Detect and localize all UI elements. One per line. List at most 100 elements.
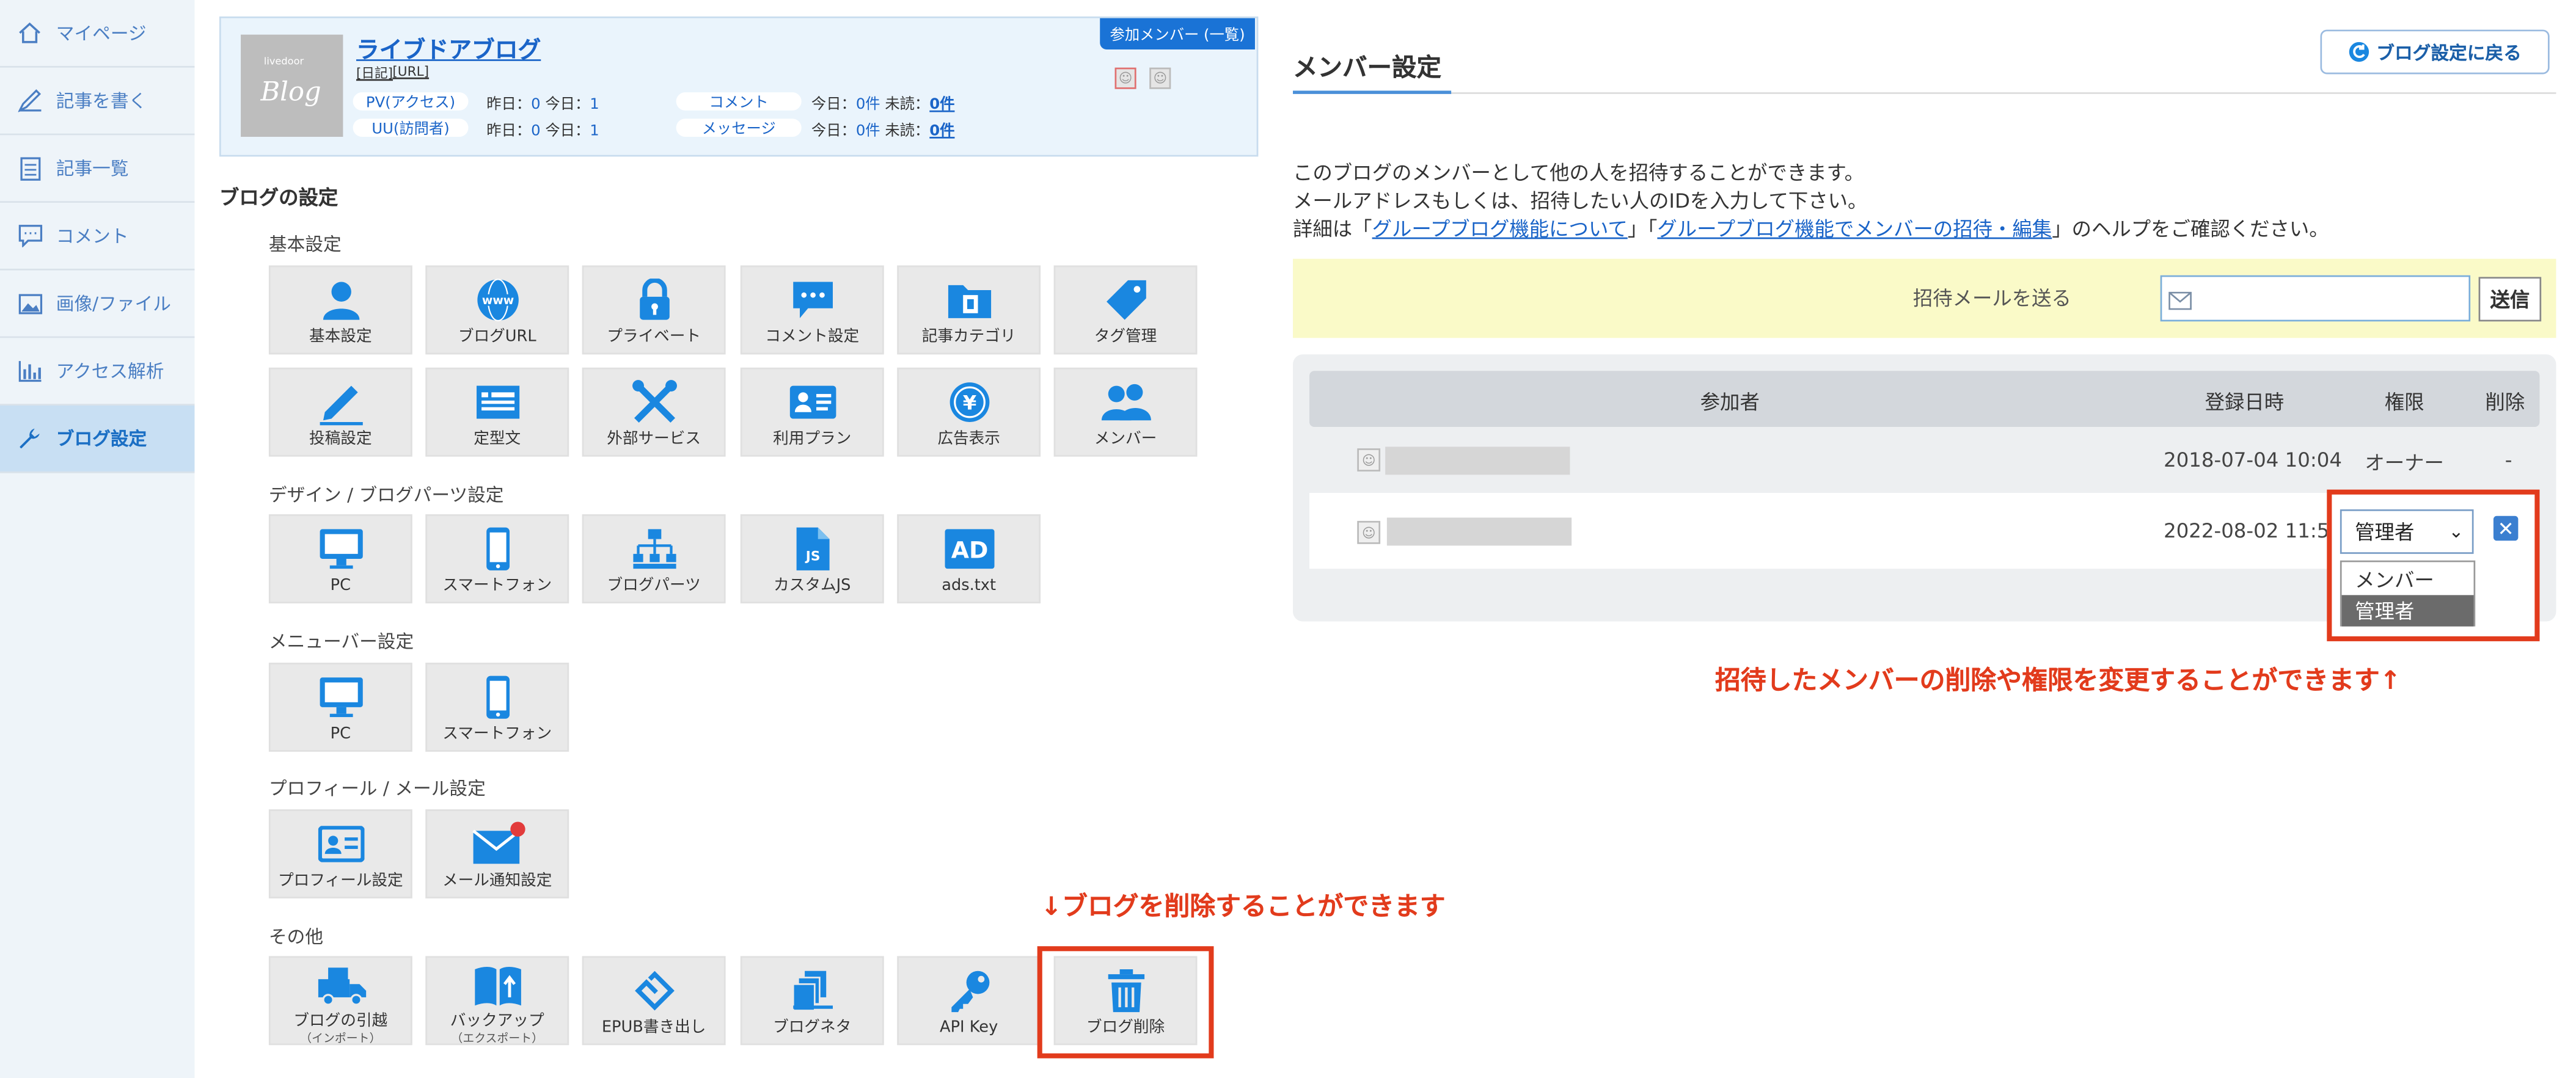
tile-label: プロフィール設定 (278, 872, 403, 890)
folder-icon (899, 277, 1039, 323)
tile-tag-management[interactable]: タグ管理 (1053, 265, 1198, 355)
svg-text:JS: JS (803, 549, 819, 564)
row-date: 2018-07-04 10:04 (2164, 448, 2342, 472)
group-title-profile: プロフィール / メール設定 (268, 778, 486, 800)
annotation-member-change: 招待したメンバーの削除や権限を変更することができます↑ (1714, 666, 2401, 696)
tile-blog-neta[interactable]: ブログネタ (740, 956, 884, 1046)
user-avatar-icon: ☺ (1357, 520, 1381, 544)
blog-title-link[interactable]: ライブドアブログ (356, 33, 541, 66)
tile-ad-display[interactable]: ¥ 広告表示 (897, 367, 1041, 457)
description-line-2: メールアドレスもしくは、招待したい人のIDを入力して下さい。 (1293, 189, 1868, 213)
tile-profile-settings[interactable]: プロフィール設定 (268, 809, 412, 898)
user-avatar-icon: ☺ (1357, 448, 1381, 472)
tile-mail-notification[interactable]: メール通知設定 (425, 809, 569, 898)
id-card-icon (742, 379, 882, 426)
description-line-3: 詳細は「グループブログ機能について」「グループブログ機能でメンバーの招待・編集」… (1293, 217, 2329, 241)
annotation-delete-blog: ↓ブログを削除することができます (1041, 892, 1446, 922)
monitor-icon (271, 526, 411, 572)
tile-blog-import[interactable]: ブログの引越 （インポート） (268, 956, 412, 1046)
lock-icon (584, 277, 723, 323)
back-to-blog-settings-button[interactable]: ブログ設定に戻る (2320, 29, 2550, 75)
tile-ads-txt[interactable]: AD ads.txt (897, 514, 1041, 603)
sidebar-item-write[interactable]: 記事を書く (0, 68, 195, 136)
www-globe-icon: www (427, 277, 567, 323)
invite-label: 招待メールを送る (1912, 286, 2071, 310)
group-title-menubar: メニューバー設定 (268, 631, 414, 653)
role-dropdown: メンバー 管理者 (2340, 560, 2476, 627)
tile-label: 外部サービス (607, 430, 701, 449)
monitor-icon (271, 674, 411, 721)
sidebar-item-articles[interactable]: 記事一覧 (0, 135, 195, 203)
tile-article-category[interactable]: 記事カテゴリ (897, 265, 1041, 355)
col-role: 権限 (2384, 390, 2424, 414)
send-button[interactable]: 送信 (2478, 277, 2542, 322)
tile-label: スマートフォン (442, 577, 552, 595)
page-title: メンバー設定 (1293, 53, 1441, 82)
tile-post-settings[interactable]: 投稿設定 (268, 367, 412, 457)
sidebar-item-label: コメント (56, 225, 129, 247)
member-list-button[interactable]: 参加メンバー (一覧) (1100, 18, 1255, 49)
url-link[interactable]: [URL] (392, 64, 429, 79)
tile-blog-url[interactable]: www ブログURL (425, 265, 569, 355)
tile-members[interactable]: メンバー (1053, 367, 1198, 457)
role-option-member[interactable]: メンバー (2342, 564, 2474, 595)
tile-label: 定型文 (474, 430, 521, 449)
group-title-other: その他 (268, 926, 324, 948)
redacted-username (1386, 517, 1572, 546)
tile-usage-plan[interactable]: 利用プラン (740, 367, 884, 457)
tile-label: ブログURL (458, 328, 536, 346)
tile-menubar-pc[interactable]: PC (268, 662, 412, 752)
diary-link[interactable]: [日記] (356, 64, 393, 82)
tile-api-key[interactable]: API Key (897, 956, 1041, 1046)
sidebar-item-images[interactable]: 画像/ファイル (0, 271, 195, 338)
tile-template-text[interactable]: 定型文 (425, 367, 569, 457)
tile-label: スマートフォン (442, 725, 552, 744)
svg-text:¥: ¥ (962, 392, 976, 415)
key-icon (899, 967, 1039, 1014)
sidebar-item-analytics[interactable]: アクセス解析 (0, 338, 195, 406)
tile-basic-settings[interactable]: 基本設定 (268, 265, 412, 355)
template-icon (427, 379, 567, 426)
tile-epub-export[interactable]: EPUB書き出し (582, 956, 726, 1046)
tile-design-pc[interactable]: PC (268, 514, 412, 603)
tile-custom-js[interactable]: JS カスタムJS (740, 514, 884, 603)
sidebar-item-mypage[interactable]: マイページ (0, 0, 195, 68)
thumb-brand-text: livedoor (263, 56, 304, 68)
tile-comment-settings[interactable]: コメント設定 (740, 265, 884, 355)
comment-label: コメント (676, 92, 802, 112)
tile-backup-export[interactable]: バックアップ （エクスポート） (425, 956, 569, 1046)
tile-label: PC (330, 577, 351, 595)
tile-label: メール通知設定 (442, 872, 552, 890)
backup-book-icon (427, 963, 567, 1009)
delete-member-button[interactable]: ✕ (2493, 515, 2519, 541)
member-avatar-icon[interactable]: ☺ (1149, 67, 1171, 89)
role-option-admin[interactable]: 管理者 (2341, 595, 2474, 627)
stack-icon (742, 967, 882, 1014)
yen-coin-icon: ¥ (899, 379, 1039, 426)
tile-private[interactable]: プライベート (582, 265, 726, 355)
invite-bar: 招待メールを送る 送信 (1293, 258, 2556, 338)
tile-label: ブログの引越 （インポート） (293, 1012, 388, 1046)
member-avatar-icon[interactable]: ☺ (1114, 67, 1136, 89)
tile-label: メンバー (1094, 430, 1157, 449)
js-file-icon: JS (742, 526, 882, 572)
comment-stats: 今日：0件 未読：0件 (811, 97, 955, 114)
tile-menubar-smartphone[interactable]: スマートフォン (425, 662, 569, 752)
tile-external-services[interactable]: 外部サービス (582, 367, 726, 457)
sidebar-item-comments[interactable]: コメント (0, 203, 195, 271)
members-icon (1055, 379, 1195, 426)
invite-email-input[interactable] (2160, 275, 2471, 322)
tile-label: コメント設定 (765, 328, 860, 346)
role-select[interactable]: 管理者 ⌄ (2340, 509, 2474, 554)
sidebar-item-blog-settings[interactable]: ブログ設定 (0, 405, 195, 473)
row-role: オーナー (2365, 451, 2444, 475)
tile-blog-parts[interactable]: ブログパーツ (582, 514, 726, 603)
tile-design-smartphone[interactable]: スマートフォン (425, 514, 569, 603)
svg-text:www: www (481, 294, 513, 307)
group-title-basic: 基本設定 (268, 234, 342, 256)
blog-thumbnail[interactable]: livedoor Blog (241, 34, 343, 137)
role-select-value: 管理者 (2355, 520, 2415, 544)
help-link-group-blog[interactable]: グループブログ機能について (1372, 217, 1628, 241)
help-link-invite-edit[interactable]: グループブログ機能でメンバーの招待・編集 (1657, 217, 2052, 241)
tile-label: タグ管理 (1094, 328, 1157, 346)
